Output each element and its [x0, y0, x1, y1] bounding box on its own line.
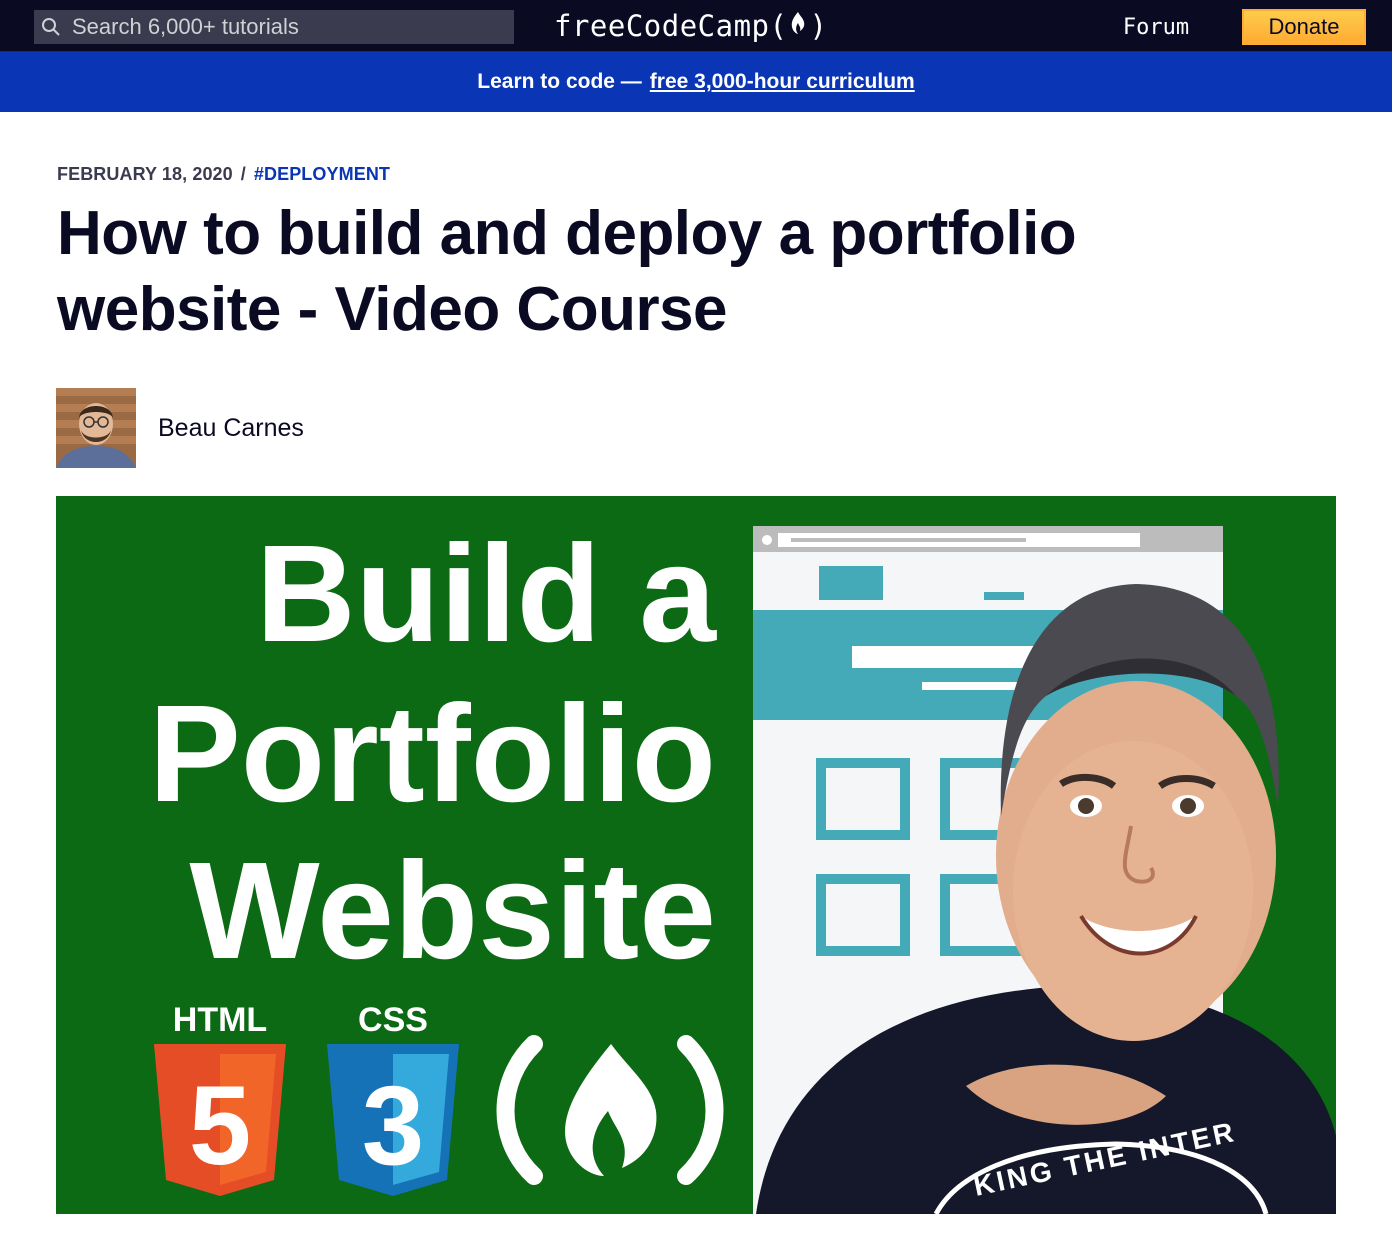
article-meta: FEBRUARY 18, 2020 / #DEPLOYMENT [57, 164, 390, 185]
article-title: How to build and deploy a portfolio webs… [57, 199, 1077, 344]
search-icon [34, 10, 68, 44]
tag-link[interactable]: #DEPLOYMENT [254, 164, 390, 185]
author-name[interactable]: Beau Carnes [158, 414, 304, 443]
author-card[interactable]: Beau Carnes [56, 388, 304, 468]
hero-line-2: Portfolio [149, 677, 716, 831]
css-number: 3 [362, 1063, 424, 1188]
search-bar[interactable] [34, 10, 514, 44]
css-label: CSS [358, 1001, 428, 1039]
flame-icon [789, 9, 807, 43]
hero-line-1: Build a [256, 517, 717, 671]
banner-text: Learn to code — [477, 70, 642, 93]
forum-link[interactable]: Forum [1106, 12, 1206, 44]
hero-image: KING THE INTER Build a Portfolio Website… [56, 496, 1336, 1214]
meta-separator: / [240, 164, 246, 184]
html-label: HTML [173, 1001, 267, 1039]
search-input[interactable] [68, 10, 514, 44]
donate-button[interactable]: Donate [1242, 9, 1366, 45]
curriculum-banner: Learn to code — free 3,000-hour curricul… [0, 52, 1392, 112]
html5-logo: HTML 5 [154, 1001, 286, 1196]
article-date: FEBRUARY 18, 2020 [57, 164, 233, 184]
html-number: 5 [189, 1063, 251, 1188]
brand-name: freeCodeCamp( [554, 9, 788, 43]
top-nav: freeCodeCamp( ) Forum Donate [0, 0, 1392, 52]
brand-logo[interactable]: freeCodeCamp( ) [554, 6, 827, 46]
curriculum-link[interactable]: free 3,000-hour curriculum [650, 70, 915, 94]
brand-paren: ) [809, 9, 828, 43]
hero-line-3: Website [189, 834, 716, 988]
avatar[interactable] [56, 388, 136, 468]
